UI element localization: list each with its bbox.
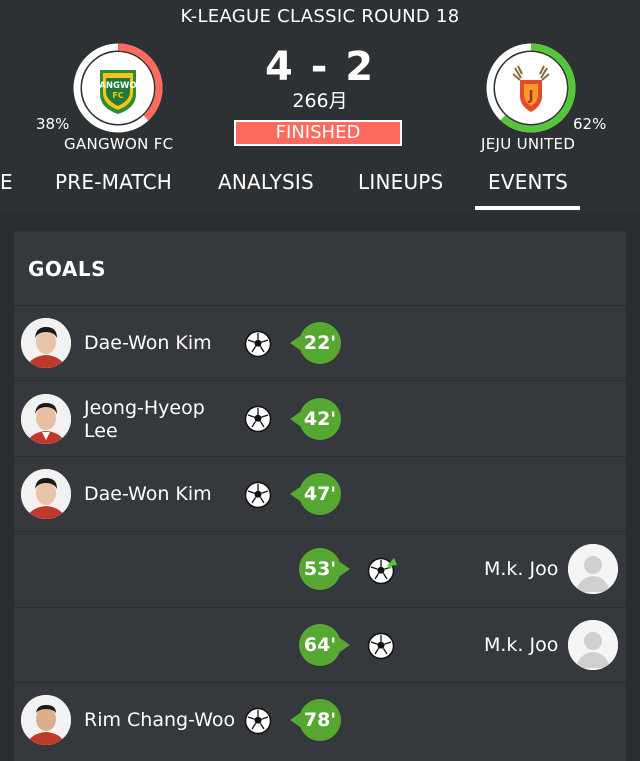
goal-event-row[interactable]: Dae-Won Kim 47' [14, 456, 626, 532]
goal-event-row[interactable]: Jeong-Hyeop Lee 42' [14, 380, 626, 456]
goal-event-row[interactable]: 53' M.k. Joo [14, 531, 626, 607]
match-tabs: E PRE-MATCH ANALYSIS LINEUPS EVENTS [0, 162, 640, 212]
goal-scorer-name[interactable]: Jeong-Hyeop Lee [84, 397, 234, 443]
goal-minute-badge: 78' [299, 699, 341, 741]
away-possession-percent: 62% [573, 115, 607, 133]
away-team-name[interactable]: JEJU UNITED [481, 135, 575, 153]
goal-minute-badge: 47' [299, 473, 341, 515]
soccer-ball-icon [244, 481, 272, 509]
svg-text:J: J [528, 89, 534, 104]
soccer-ball-icon [367, 632, 395, 660]
player-avatar [21, 469, 71, 519]
soccer-ball-icon [244, 707, 272, 735]
soccer-ball-icon [244, 405, 272, 433]
goal-minute-badge: 53' [299, 548, 341, 590]
penalty-goal-icon [367, 556, 397, 585]
goal-minute-badge: 22' [299, 322, 341, 364]
match-header: K-LEAGUE CLASSIC ROUND 18 GANGWON FC 38%… [0, 0, 640, 213]
active-tab-indicator [475, 206, 580, 210]
goal-scorer-name[interactable]: Rim Chang-Woo [84, 709, 235, 732]
player-avatar [21, 394, 71, 444]
goal-event-row[interactable]: 64' M.k. Joo [14, 607, 626, 683]
tab-overview[interactable]: E [0, 170, 13, 194]
goals-section-title: GOALS [28, 257, 107, 281]
tab-events[interactable]: EVENTS [488, 170, 568, 194]
home-possession-percent: 38% [36, 115, 70, 133]
goals-card: GOALS Dae-Won Kim 22' Jeong-Hyeop Lee 42… [14, 231, 626, 761]
minute-pointer [340, 562, 350, 576]
tab-lineups[interactable]: LINEUPS [358, 170, 443, 194]
tab-pre-match[interactable]: PRE-MATCH [55, 170, 172, 194]
player-avatar-placeholder [568, 620, 618, 670]
goal-scorer-name[interactable]: Dae-Won Kim [84, 483, 212, 506]
match-status-badge: FINISHED [234, 120, 402, 146]
away-possession-ring: J [486, 43, 576, 133]
league-round-title: K-LEAGUE CLASSIC ROUND 18 [180, 6, 460, 27]
goal-event-row[interactable]: Dae-Won Kim 22' [14, 305, 626, 381]
away-team-crest[interactable]: J [485, 42, 577, 134]
home-team-name[interactable]: GANGWON FC [64, 135, 173, 153]
goal-minute-badge: 64' [299, 624, 341, 666]
soccer-ball-icon [244, 330, 272, 358]
player-avatar [21, 318, 71, 368]
goal-minute-badge: 42' [299, 398, 341, 440]
goal-scorer-name[interactable]: M.k. Joo [484, 634, 558, 657]
goal-scorer-name[interactable]: M.k. Joo [484, 558, 558, 581]
player-avatar-placeholder [568, 544, 618, 594]
minute-pointer [340, 638, 350, 652]
tab-analysis[interactable]: ANALYSIS [218, 170, 314, 194]
goal-event-row[interactable]: Rim Chang-Woo 78' [14, 682, 626, 758]
player-avatar [21, 695, 71, 745]
goal-scorer-name[interactable]: Dae-Won Kim [84, 332, 212, 355]
